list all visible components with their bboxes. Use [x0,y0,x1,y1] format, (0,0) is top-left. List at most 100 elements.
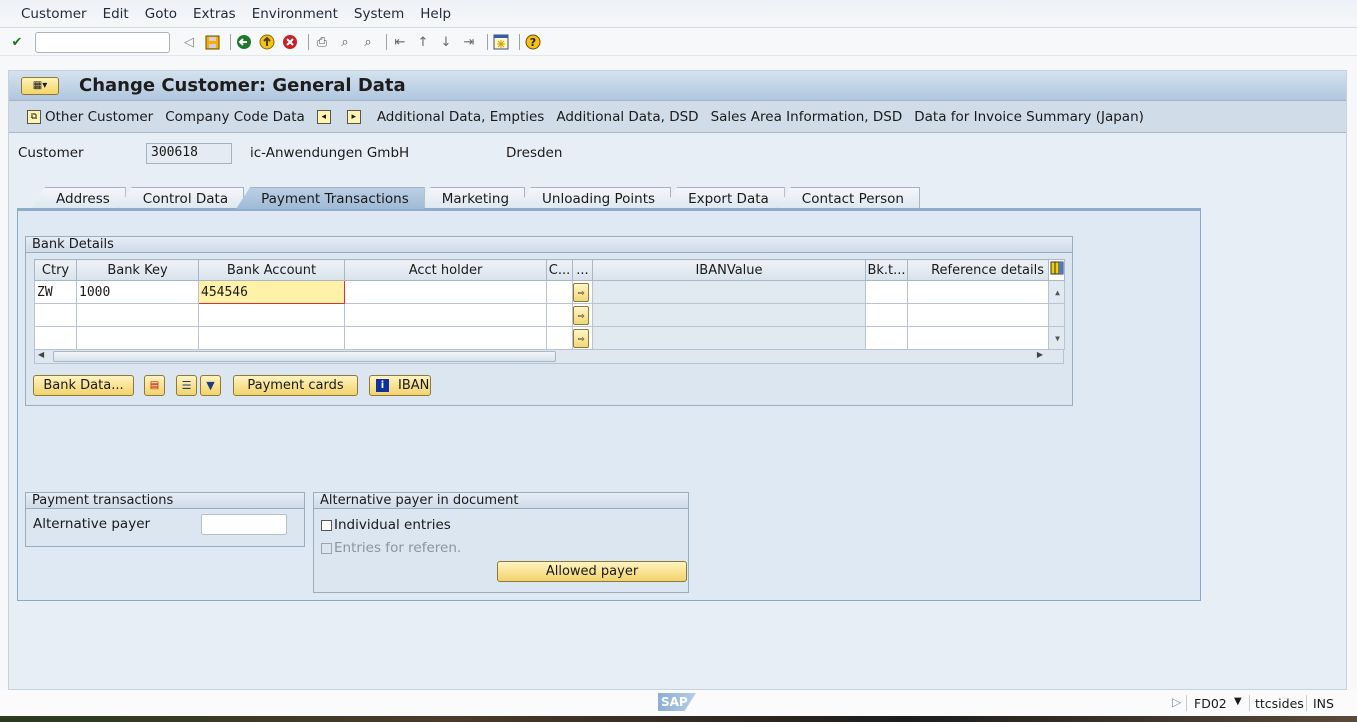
previous-page-icon[interactable]: ↑ [414,33,432,51]
next-page-icon[interactable]: ↓ [437,33,455,51]
scroll-right-icon[interactable]: ▶ [1037,350,1043,359]
sort-ascending-button[interactable]: ☰ [176,375,197,396]
status-dropdown-icon[interactable]: ▼ [1234,696,1242,707]
scroll-down-icon[interactable]: ▼ [1048,326,1065,350]
cell-ctry[interactable] [34,326,77,350]
bank-data-button[interactable]: Bank Data... [33,375,134,396]
save-icon[interactable] [203,33,221,51]
first-page-icon[interactable]: ⇤ [391,33,409,51]
cell-c[interactable] [546,303,573,327]
tab-marketing[interactable]: Marketing [416,187,526,209]
col-header-acct-holder[interactable]: Acct holder [344,259,547,281]
tab-export-data[interactable]: Export Data [663,187,785,209]
cell-bk-t[interactable] [865,303,908,327]
cell-c[interactable] [546,326,573,350]
menu-extras[interactable]: Extras [185,6,244,22]
col-header-bank-key[interactable]: Bank Key [76,259,199,281]
additional-data-dsd-button[interactable]: Additional Data, DSD [556,109,698,125]
cell-iban-value [592,326,866,350]
table-settings-icon[interactable] [1048,259,1065,281]
status-expand-icon[interactable]: ▷ [1172,695,1181,709]
cell-ctry[interactable] [34,303,77,327]
find-icon[interactable]: ⌕ [336,33,354,51]
cell-bank-account[interactable]: 454546 [198,280,345,304]
exit-icon[interactable] [258,33,276,51]
allowed-payer-button[interactable]: Allowed payer [497,561,687,582]
next-screen-button[interactable]: ▸ [346,109,365,124]
cell-reference[interactable] [907,326,1049,350]
help-icon[interactable]: ? [524,33,542,51]
arrow-right-icon[interactable]: ⇨ [573,328,589,348]
tab-control-data[interactable]: Control Data [117,187,245,209]
cell-bank-key[interactable]: 1000 [76,280,199,304]
invoice-summary-japan-button[interactable]: Data for Invoice Summary (Japan) [914,109,1144,125]
delete-row-button[interactable]: ▤ [144,375,165,396]
cell-bk-t[interactable] [865,326,908,350]
individual-entries-checkbox[interactable]: Individual entries [321,517,451,533]
cell-c[interactable] [546,280,573,304]
sales-area-info-dsd-button[interactable]: Sales Area Information, DSD [711,109,903,125]
menu-edit[interactable]: Edit [95,6,137,22]
col-header-dots[interactable]: ... [572,259,593,281]
col-header-reference-details[interactable]: Reference details [907,259,1049,281]
cell-reference[interactable] [907,280,1049,304]
scroll-up-icon[interactable]: ▲ [1048,280,1065,304]
cell-reference[interactable] [907,303,1049,327]
cell-bank-key[interactable] [76,326,199,350]
menu-customer[interactable]: Customer [13,6,95,22]
arrow-right-icon[interactable]: ⇨ [573,282,589,302]
previous-screen-button[interactable]: ◂ [316,109,335,124]
cell-bank-key[interactable] [76,303,199,327]
tab-address[interactable]: Address [31,187,126,209]
col-header-iban-value[interactable]: IBANValue [592,259,866,281]
cell-acct-holder[interactable] [344,326,547,350]
additional-data-empties-button[interactable]: Additional Data, Empties [377,109,545,125]
cell-bk-t[interactable] [865,280,908,304]
menu-goto[interactable]: Goto [137,6,185,22]
other-customer-button[interactable]: ⧉ Other Customer [27,109,153,125]
cancel-icon[interactable] [281,33,299,51]
col-header-bank-account[interactable]: Bank Account [198,259,345,281]
back-icon[interactable] [235,33,253,51]
checkbox-icon[interactable] [321,519,332,531]
cell-acct-holder[interactable] [344,280,547,304]
tab-contact-person[interactable]: Contact Person [776,187,920,209]
customer-number-field[interactable]: 300618 [146,143,232,164]
payment-cards-button[interactable]: Payment cards [233,375,358,396]
table-row: ZW 1000 454546 ⇨ ▲ [34,280,1065,304]
print-icon[interactable]: ⎙ [313,33,331,51]
tab-payment-transactions[interactable]: Payment Transactions [236,187,425,209]
last-page-icon[interactable]: ⇥ [460,33,478,51]
back-arrow-icon[interactable]: ◁ [180,33,198,51]
col-header-bk-t[interactable]: Bk.t... [865,259,908,281]
cell-bank-account[interactable] [198,326,345,350]
find-next-icon[interactable]: ⌕ [359,33,377,51]
scroll-left-icon[interactable]: ◀ [38,350,44,359]
col-header-ctry[interactable]: Ctry [34,259,77,281]
screen-menu-button[interactable]: ▦▾ [21,76,59,95]
standard-toolbar: ✔ ◁ ⎙ ⌕ ⌕ ⇤ ↑ ↓ ⇥ ? [0,29,1357,56]
tab-unloading-points[interactable]: Unloading Points [517,187,672,209]
layout-icon[interactable] [492,33,510,51]
info-icon: i [376,379,389,392]
cell-ctry[interactable]: ZW [34,280,77,304]
cell-acct-holder[interactable] [344,303,547,327]
vertical-scrollbar[interactable] [1048,303,1065,327]
scrollbar-thumb[interactable] [53,351,556,362]
menu-help[interactable]: Help [412,6,459,22]
command-field[interactable] [35,31,170,53]
cell-iban-button[interactable]: ⇨ [572,303,593,327]
company-code-data-button[interactable]: Company Code Data [165,109,305,125]
cell-iban-button[interactable]: ⇨ [572,326,593,350]
menu-environment[interactable]: Environment [244,6,346,22]
filter-button[interactable]: ▼ [200,375,221,396]
menu-system[interactable]: System [346,6,412,22]
arrow-right-icon[interactable]: ⇨ [573,305,589,325]
cell-bank-account[interactable] [198,303,345,327]
enter-icon[interactable]: ✔ [8,33,26,51]
iban-button[interactable]: i IBAN [369,375,431,396]
cell-iban-button[interactable]: ⇨ [572,280,593,304]
horizontal-scrollbar[interactable]: ◀ ▶ [34,349,1064,364]
col-header-c[interactable]: C... [546,259,573,281]
alternative-payer-input[interactable] [201,514,287,535]
